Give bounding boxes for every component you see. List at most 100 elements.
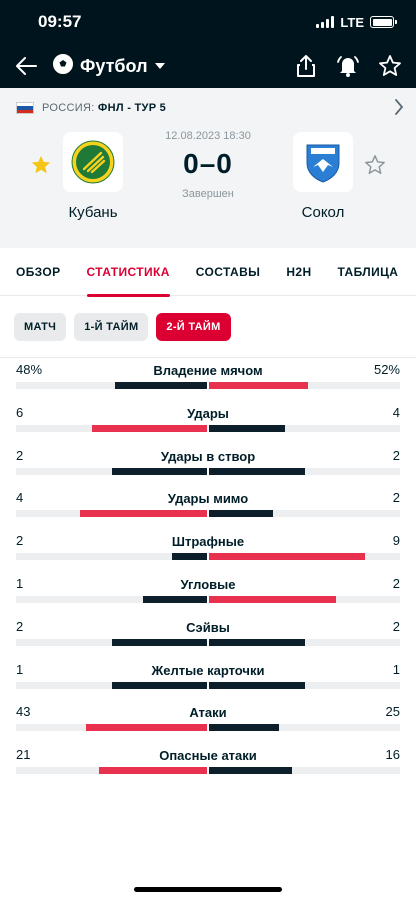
- stat-label: Владение мячом: [153, 363, 263, 378]
- stat-bar-away-fill: [209, 595, 337, 603]
- soccer-ball-icon: [52, 53, 74, 80]
- chevron-right-icon: [394, 98, 404, 118]
- away-team[interactable]: Сокол: [273, 132, 373, 221]
- tab-table[interactable]: ТАБЛИЦА: [338, 248, 399, 296]
- stat-bar-home-fill: [143, 595, 207, 603]
- match-score: 0–0: [183, 148, 233, 179]
- stat-label: Угловые: [180, 576, 236, 592]
- star-outline-icon[interactable]: [376, 52, 404, 80]
- away-team-name: Сокол: [301, 204, 345, 221]
- stat-bar: [16, 767, 400, 775]
- period-second-half-button[interactable]: 2-Й ТАЙМ: [156, 312, 231, 341]
- stat-bar-away-fill: [209, 382, 309, 389]
- stat-row: 6 4 Удары: [16, 401, 400, 444]
- stat-bar: [16, 510, 400, 518]
- sport-name: Футбол: [80, 55, 148, 76]
- share-icon[interactable]: [292, 52, 320, 80]
- away-team-logo: [293, 132, 353, 192]
- home-team-name: Кубань: [68, 204, 118, 221]
- stat-bar-home-track: [16, 638, 207, 646]
- stat-bar-home-fill: [172, 553, 207, 561]
- home-team-logo: [63, 132, 123, 192]
- stat-label: Сэйвы: [186, 619, 230, 635]
- stat-row: 2 9 Штрафные: [16, 529, 400, 572]
- stat-bar-away-track: [209, 424, 400, 432]
- stat-bar-home-track: [16, 681, 207, 689]
- stat-row: 4 2 Удары мимо: [16, 486, 400, 529]
- stat-bar-away-track: [209, 681, 400, 689]
- chevron-down-icon: [154, 57, 166, 75]
- stat-bar-away-track: [209, 638, 400, 646]
- stat-bar-away-fill: [209, 553, 366, 561]
- stat-row: 1 1 Желтые карточки: [16, 658, 400, 701]
- period-selector: МАТЧ 1-Й ТАЙМ 2-Й ТАЙМ: [0, 296, 416, 358]
- top-bar: 09:57 LTE Футбол: [0, 0, 416, 88]
- stat-bar: [16, 553, 400, 561]
- stat-bar: [16, 724, 400, 732]
- stat-bar-home-fill: [111, 467, 207, 475]
- stat-bar-away-track: [209, 553, 400, 561]
- tab-h2h[interactable]: H2H: [286, 248, 311, 296]
- stat-bar-away-track: [209, 767, 400, 775]
- stat-label: Атаки: [189, 705, 227, 721]
- stat-label: Опасные атаки: [159, 748, 257, 764]
- home-team[interactable]: Кубань: [43, 132, 143, 221]
- stat-bar: [16, 424, 400, 432]
- league-title: РОССИЯ: ФНЛ - ТУР 5: [42, 102, 166, 114]
- stat-row: 21 16 Опасные атаки: [16, 743, 400, 786]
- back-arrow-icon[interactable]: [12, 52, 40, 80]
- stat-row: 2 2 Сэйвы: [16, 615, 400, 658]
- russia-flag-icon: [16, 102, 34, 114]
- stat-bar-home-track: [16, 424, 207, 432]
- stat-bar: [16, 595, 400, 603]
- stat-bar-home-fill: [79, 510, 207, 518]
- tab-lineups[interactable]: СОСТАВЫ: [196, 248, 261, 296]
- stat-bar-home-track: [16, 467, 207, 475]
- stat-label: Желтые карточки: [151, 662, 265, 678]
- stat-bar-away-fill: [209, 424, 286, 432]
- stat-bar-home-track: [16, 595, 207, 603]
- stat-bar-away-fill: [209, 767, 292, 775]
- stat-bar-away-fill: [209, 467, 305, 475]
- stat-bar: [16, 638, 400, 646]
- league-bar[interactable]: РОССИЯ: ФНЛ - ТУР 5: [0, 88, 416, 128]
- away-favorite-star-icon[interactable]: [364, 154, 386, 181]
- stat-bar-home-track: [16, 510, 207, 518]
- stat-bar-away-fill: [209, 510, 273, 518]
- stat-bar: [16, 382, 400, 389]
- period-first-half-button[interactable]: 1-Й ТАЙМ: [74, 312, 149, 341]
- stat-bar-home-track: [16, 724, 207, 732]
- stat-bar-home-fill: [92, 424, 207, 432]
- match-header: Кубань 12.08.2023 18:30 0–0 Завершен Сок…: [0, 128, 416, 248]
- stat-bar-away-track: [209, 724, 400, 732]
- network-label: LTE: [340, 14, 364, 30]
- home-indicator: [134, 887, 282, 892]
- stat-bar-home-fill: [98, 767, 207, 775]
- stat-label: Удары мимо: [167, 491, 249, 507]
- stat-bar: [16, 681, 400, 689]
- notification-bell-icon[interactable]: [334, 52, 362, 80]
- stats-list: 48% 52% Владение мячом 6 4 Удары 2 2 Удары в ств…: [0, 358, 416, 786]
- tab-overview[interactable]: ОБЗОР: [16, 248, 61, 296]
- stat-bar-home-fill: [115, 382, 207, 389]
- stat-bar-away-track: [209, 467, 400, 475]
- stat-label: Штрафные: [171, 534, 245, 550]
- signal-icon: [316, 16, 335, 28]
- stat-row: 48% 52% Владение мячом: [16, 358, 400, 401]
- stat-row: 43 25 Атаки: [16, 700, 400, 743]
- stat-bar-away-fill: [209, 638, 305, 646]
- sport-selector[interactable]: Футбол: [52, 53, 166, 80]
- league-name: ФНЛ - ТУР 5: [97, 102, 167, 114]
- stat-bar-away-fill: [209, 681, 305, 689]
- status-bar: 09:57 LTE: [0, 0, 416, 44]
- match-datetime: 12.08.2023 18:30: [165, 130, 251, 142]
- stat-label: Удары в створ: [160, 448, 256, 464]
- tab-statistics[interactable]: СТАТИСТИКА: [86, 248, 171, 297]
- status-indicators: LTE: [316, 14, 397, 30]
- stat-bar-away-fill: [209, 724, 280, 732]
- stat-bar-home-fill: [86, 724, 207, 732]
- stat-bar: [16, 467, 400, 475]
- stat-bar-home-fill: [111, 638, 207, 646]
- period-match-button[interactable]: МАТЧ: [14, 312, 67, 341]
- stat-row: 1 2 Угловые: [16, 572, 400, 615]
